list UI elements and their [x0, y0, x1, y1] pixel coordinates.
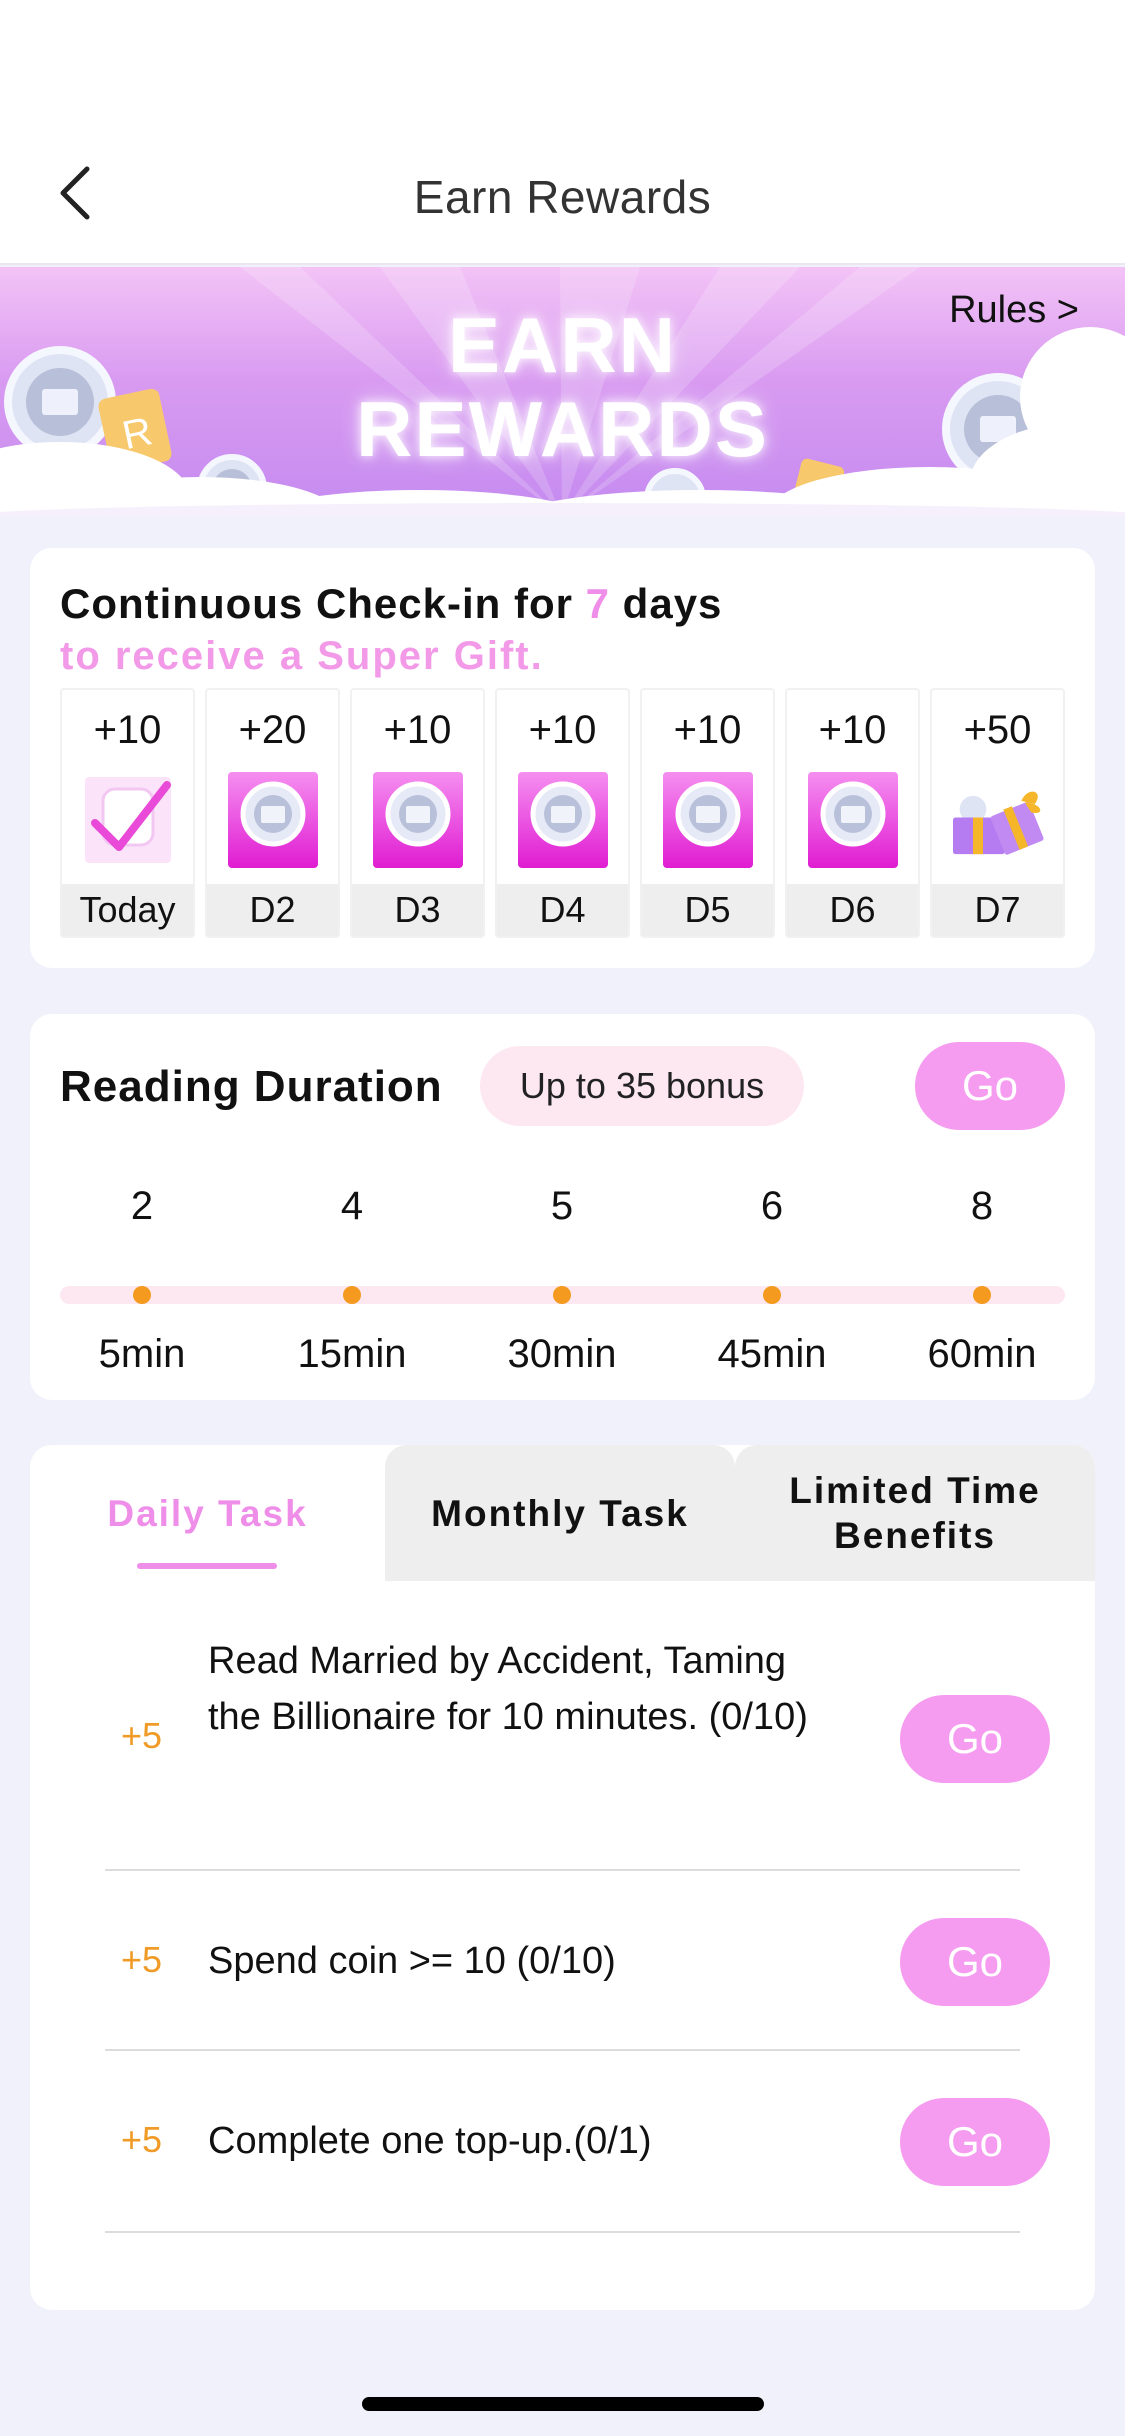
- day-label: D6: [787, 884, 918, 936]
- day-points: +10: [673, 708, 742, 752]
- checkin-subheading: to receive a Super Gift.: [60, 634, 544, 678]
- day-points: +10: [818, 708, 887, 752]
- reading-go-button[interactable]: Go: [915, 1042, 1065, 1130]
- milestone-dot: [553, 1286, 571, 1304]
- task-item: +5 Spend coin >= 10 (0/10) Go: [105, 1873, 1050, 2051]
- tab-daily-task[interactable]: Daily Task: [30, 1445, 385, 1581]
- checkin-day-5[interactable]: +10 D5: [640, 688, 775, 938]
- milestone-points: 2: [130, 1184, 154, 1228]
- gift-box-icon: [948, 770, 1048, 870]
- active-tab-indicator: [137, 1563, 277, 1569]
- task-go-button[interactable]: Go: [900, 1918, 1050, 2006]
- book-coin-icon: [658, 770, 758, 870]
- task-points: +5: [121, 2119, 163, 2160]
- milestone-dot: [133, 1286, 151, 1304]
- tasks-card: Monthly Task Limited Time Benefits Daily…: [30, 1445, 1095, 2310]
- day-label: Today: [62, 884, 193, 936]
- banner-clouds-decoration: R: [0, 327, 1125, 517]
- reading-duration-title: Reading Duration: [60, 1062, 443, 1111]
- day-points: +10: [528, 708, 597, 752]
- checkin-heading-prefix: Continuous Check-in for: [60, 580, 586, 627]
- tab-label: Limited Time Benefits: [789, 1470, 1041, 1556]
- task-description: Spend coin >= 10 (0/10): [208, 1940, 616, 1982]
- checkin-heading: Continuous Check-in for 7 days: [60, 580, 722, 628]
- checkin-heading-suffix: days: [610, 580, 723, 627]
- task-points: +5: [121, 1715, 163, 1756]
- task-description: Read Married by Accident, Taming the Bil…: [208, 1640, 808, 1738]
- tab-limited-time-benefits[interactable]: Limited Time Benefits: [735, 1445, 1095, 1581]
- checkin-day-2[interactable]: +20 D2: [205, 688, 340, 938]
- milestone-dot: [763, 1286, 781, 1304]
- milestone-time: 60min: [927, 1332, 1037, 1376]
- day-label: D7: [932, 884, 1063, 936]
- day-label: D3: [352, 884, 483, 936]
- reading-duration-card: Reading Duration Up to 35 bonus Go 2 5mi…: [30, 1014, 1095, 1400]
- task-tabs: Monthly Task Limited Time Benefits Daily…: [30, 1445, 1095, 1581]
- task-go-button[interactable]: Go: [900, 1695, 1050, 1783]
- milestone-time: 45min: [717, 1332, 827, 1376]
- home-indicator[interactable]: [362, 2397, 764, 2411]
- book-coin-icon: [513, 770, 613, 870]
- book-coin-icon: [803, 770, 903, 870]
- header: Earn Rewards: [0, 0, 1125, 265]
- tab-label: Daily Task: [107, 1492, 308, 1534]
- checkin-days-row: +10 Today +20 D2 +10 D3 +10 D4 +10 D5 +1…: [60, 688, 1065, 938]
- day-points: +20: [238, 708, 307, 752]
- milestone-dot: [343, 1286, 361, 1304]
- milestone-time: 15min: [297, 1332, 407, 1376]
- task-points: +5: [121, 1939, 163, 1980]
- tab-monthly-task[interactable]: Monthly Task: [385, 1445, 735, 1581]
- tab-label: Monthly Task: [431, 1492, 689, 1534]
- milestone-points: 5: [550, 1184, 574, 1228]
- task-description: Complete one top-up.(0/1): [208, 2120, 652, 2162]
- milestone-dot: [973, 1286, 991, 1304]
- milestone-time: 30min: [507, 1332, 617, 1376]
- book-coin-icon: [368, 770, 468, 870]
- task-item: +5 Complete one top-up.(0/1) Go: [105, 2053, 1050, 2233]
- day-points: +10: [383, 708, 452, 752]
- day-points: +10: [93, 708, 162, 752]
- checkin-day-4[interactable]: +10 D4: [495, 688, 630, 938]
- checkmark-icon: [78, 770, 178, 870]
- milestone-points: 6: [760, 1184, 784, 1228]
- checkin-day-6[interactable]: +10 D6: [785, 688, 920, 938]
- page-title: Earn Rewards: [413, 171, 712, 223]
- checkin-day-7[interactable]: +50 D7: [930, 688, 1065, 938]
- milestone-time: 5min: [98, 1332, 186, 1376]
- book-coin-icon: [223, 770, 323, 870]
- milestone-points: 4: [340, 1184, 364, 1228]
- day-label: D4: [497, 884, 628, 936]
- checkin-days-count: 7: [585, 580, 611, 627]
- earn-rewards-banner: EARN REWARDS Rules > R: [0, 267, 1125, 517]
- day-points: +50: [963, 708, 1032, 752]
- task-item: +5 Read Married by Accident, Taming the …: [105, 1605, 1050, 1871]
- day-label: D2: [207, 884, 338, 936]
- milestone-points: 8: [970, 1184, 994, 1228]
- bonus-badge: Up to 35 bonus: [480, 1046, 804, 1126]
- day-label: D5: [642, 884, 773, 936]
- task-go-button[interactable]: Go: [900, 2098, 1050, 2186]
- checkin-card: Continuous Check-in for 7 days to receiv…: [30, 548, 1095, 968]
- checkin-day-today[interactable]: +10 Today: [60, 688, 195, 938]
- coin-icon: [4, 346, 116, 458]
- reading-milestones: 2 5min 4 15min 5 30min 6 45min 8 60min: [60, 1184, 1065, 1384]
- checkin-day-3[interactable]: +10 D3: [350, 688, 485, 938]
